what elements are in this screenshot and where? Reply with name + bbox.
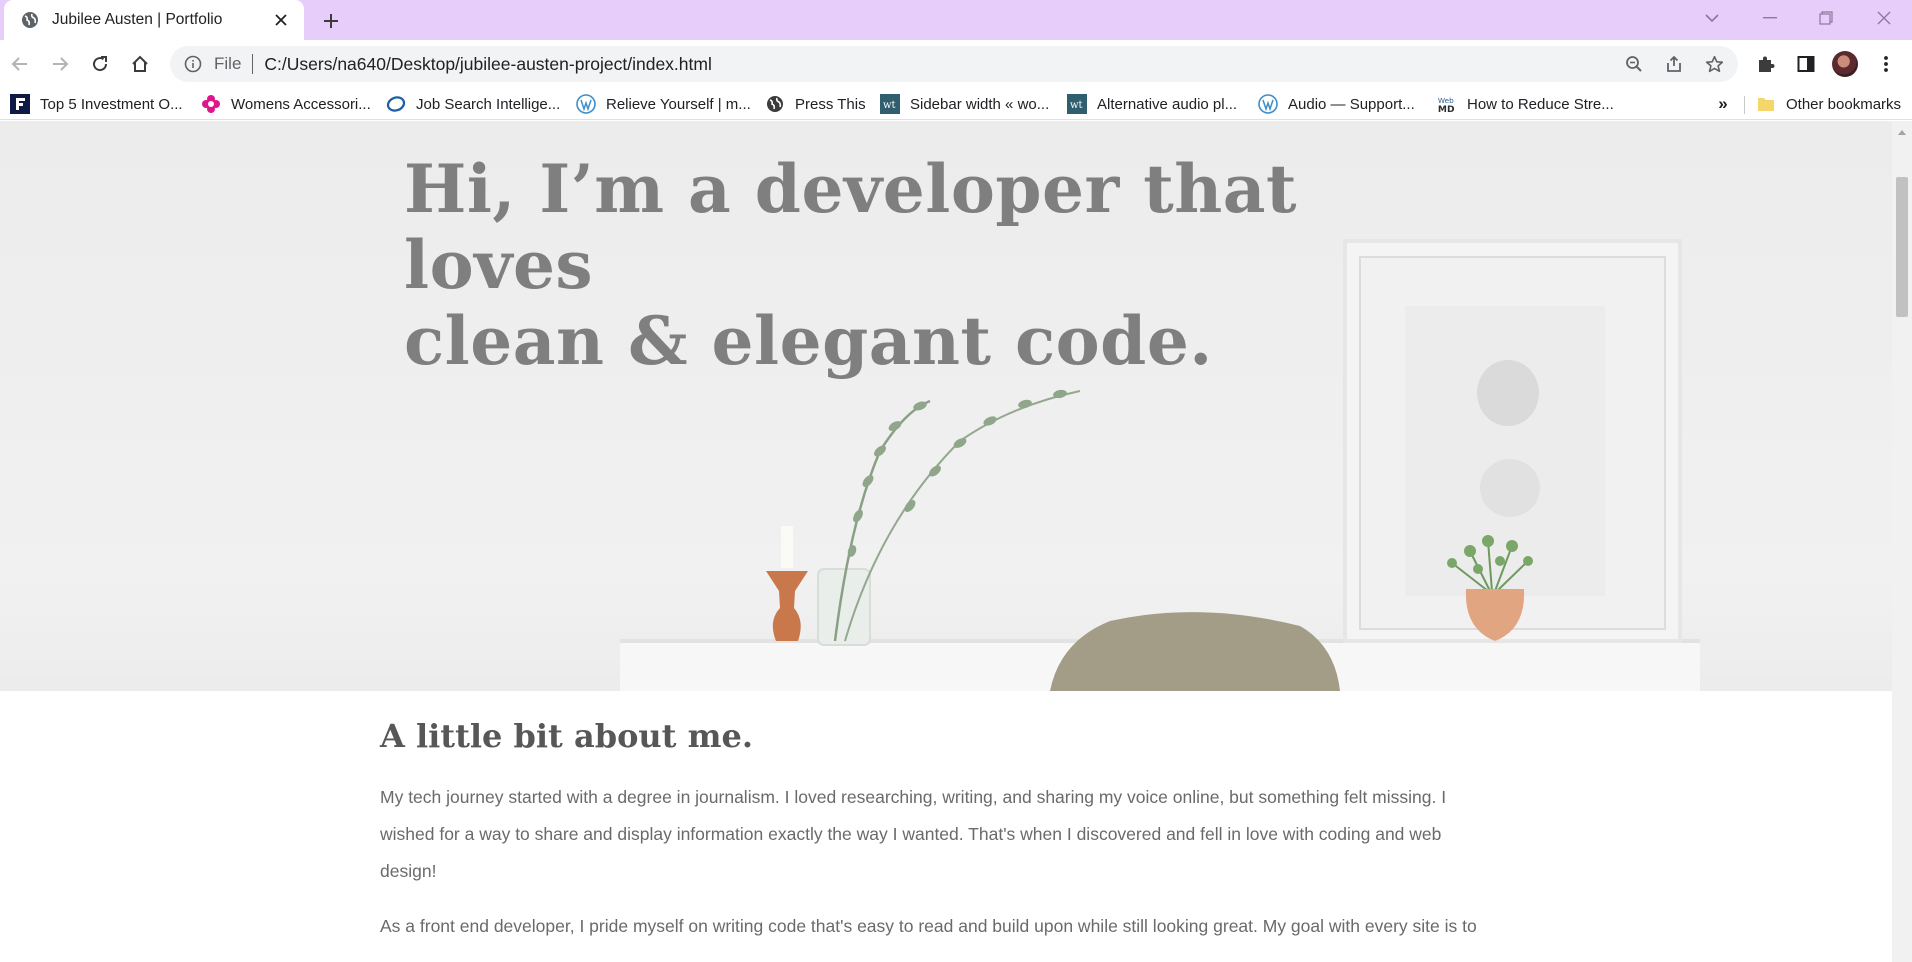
- wt-icon: wt: [1067, 94, 1087, 114]
- info-icon[interactable]: [182, 53, 204, 75]
- bookmark-item[interactable]: Relieve Yourself | m...: [576, 92, 751, 116]
- bookmark-item[interactable]: Web MD How to Reduce Stre...: [1437, 92, 1614, 116]
- globe-icon: [765, 94, 785, 114]
- globe-icon: [20, 10, 40, 30]
- hero-heading-line1: Hi, I’m a developer that loves: [404, 150, 1297, 304]
- bookmark-item[interactable]: Job Search Intellige...: [386, 92, 560, 116]
- bookmark-label: Sidebar width « wo...: [910, 95, 1050, 113]
- tab-search-icon[interactable]: [1684, 0, 1740, 36]
- bookmark-item[interactable]: Top 5 Investment O...: [10, 92, 183, 116]
- bookmark-label: Job Search Intellige...: [416, 95, 561, 113]
- profile-avatar[interactable]: [1829, 48, 1861, 80]
- bookmarks-bar: Top 5 Investment O... Womens Accessori..…: [0, 88, 1912, 120]
- bookmark-item[interactable]: wt Sidebar width « wo...: [880, 92, 1049, 116]
- forbes-f-icon: [10, 94, 30, 114]
- zoom-icon[interactable]: [1618, 48, 1650, 80]
- reload-button[interactable]: [84, 48, 116, 80]
- bookmark-label: Press This: [795, 95, 866, 113]
- wordpress-icon: [576, 94, 596, 114]
- menu-kebab-icon[interactable]: [1870, 48, 1902, 80]
- svg-text:Web: Web: [1438, 96, 1454, 105]
- wt-icon: wt: [880, 94, 900, 114]
- tab-title: Jubilee Austen | Portfolio: [52, 11, 223, 28]
- scroll-up-arrow-icon[interactable]: [1892, 125, 1912, 139]
- bookmark-item[interactable]: Press This: [765, 92, 866, 116]
- bookmark-star-icon[interactable]: [1698, 48, 1730, 80]
- back-button[interactable]: [4, 48, 36, 80]
- bookmark-label: Top 5 Investment O...: [40, 95, 183, 113]
- close-window-icon[interactable]: [1856, 0, 1912, 36]
- browser-toolbar: File C:/Users/na640/Desktop/jubilee-aust…: [0, 40, 1912, 88]
- bookmark-item[interactable]: wt Alternative audio pl...: [1067, 92, 1237, 116]
- hero-section: Hi, I’m a developer that loves clean & e…: [0, 121, 1892, 691]
- svg-text:wt: wt: [1070, 100, 1083, 111]
- svg-text:MD: MD: [1438, 105, 1455, 115]
- close-tab-icon[interactable]: [270, 9, 292, 31]
- bookmark-item[interactable]: Womens Accessori...: [201, 92, 371, 116]
- bookmark-label: Alternative audio pl...: [1097, 95, 1238, 113]
- folder-icon: [1756, 94, 1776, 114]
- bookmark-label: Audio — Support...: [1288, 95, 1415, 113]
- extensions-puzzle-icon[interactable]: [1750, 48, 1782, 80]
- address-bar[interactable]: File C:/Users/na640/Desktop/jubilee-aust…: [170, 46, 1738, 82]
- hero-heading: Hi, I’m a developer that loves clean & e…: [404, 151, 1504, 379]
- share-icon[interactable]: [1658, 48, 1690, 80]
- bookmarks-divider: [1744, 96, 1745, 114]
- restore-icon[interactable]: [1798, 0, 1854, 36]
- url-text[interactable]: C:/Users/na640/Desktop/jubilee-austen-pr…: [264, 54, 1618, 75]
- other-bookmarks-folder[interactable]: Other bookmarks: [1756, 92, 1901, 116]
- minimize-icon[interactable]: [1742, 0, 1798, 36]
- avatar: [1832, 51, 1858, 77]
- more-bookmarks-button[interactable]: »: [1712, 92, 1734, 116]
- home-button[interactable]: [124, 48, 156, 80]
- tab-strip: Jubilee Austen | Portfolio: [0, 0, 1912, 40]
- webmd-icon: Web MD: [1437, 94, 1457, 115]
- url-separator: [252, 54, 254, 74]
- bookmark-label: Relieve Yourself | m...: [606, 95, 751, 113]
- flower-icon: [201, 94, 221, 114]
- hero-heading-line2: clean & elegant code.: [404, 302, 1213, 380]
- bookmark-label: Womens Accessori...: [231, 95, 371, 113]
- about-paragraph: My tech journey started with a degree in…: [380, 787, 1447, 881]
- new-tab-button[interactable]: [316, 6, 346, 36]
- bookmark-item[interactable]: Audio — Support...: [1258, 92, 1415, 116]
- about-paragraph: As a front end developer, I pride myself…: [380, 916, 1477, 936]
- about-title: A little bit about me.: [380, 717, 753, 755]
- page-viewport: Hi, I’m a developer that loves clean & e…: [0, 121, 1892, 962]
- side-panel-icon[interactable]: [1790, 48, 1822, 80]
- about-section: A little bit about me. My tech journey s…: [380, 716, 1500, 945]
- tab-active[interactable]: Jubilee Austen | Portfolio: [4, 0, 304, 40]
- page-scrollbar[interactable]: [1892, 121, 1912, 962]
- url-scheme-label: File: [214, 54, 242, 73]
- other-bookmarks-label: Other bookmarks: [1786, 95, 1902, 113]
- swirl-icon: [386, 94, 406, 114]
- forward-button[interactable]: [44, 48, 76, 80]
- wordpress-icon: [1258, 94, 1278, 114]
- svg-text:wt: wt: [883, 100, 896, 111]
- bookmark-label: How to Reduce Stre...: [1467, 95, 1614, 113]
- scrollbar-thumb[interactable]: [1896, 177, 1908, 317]
